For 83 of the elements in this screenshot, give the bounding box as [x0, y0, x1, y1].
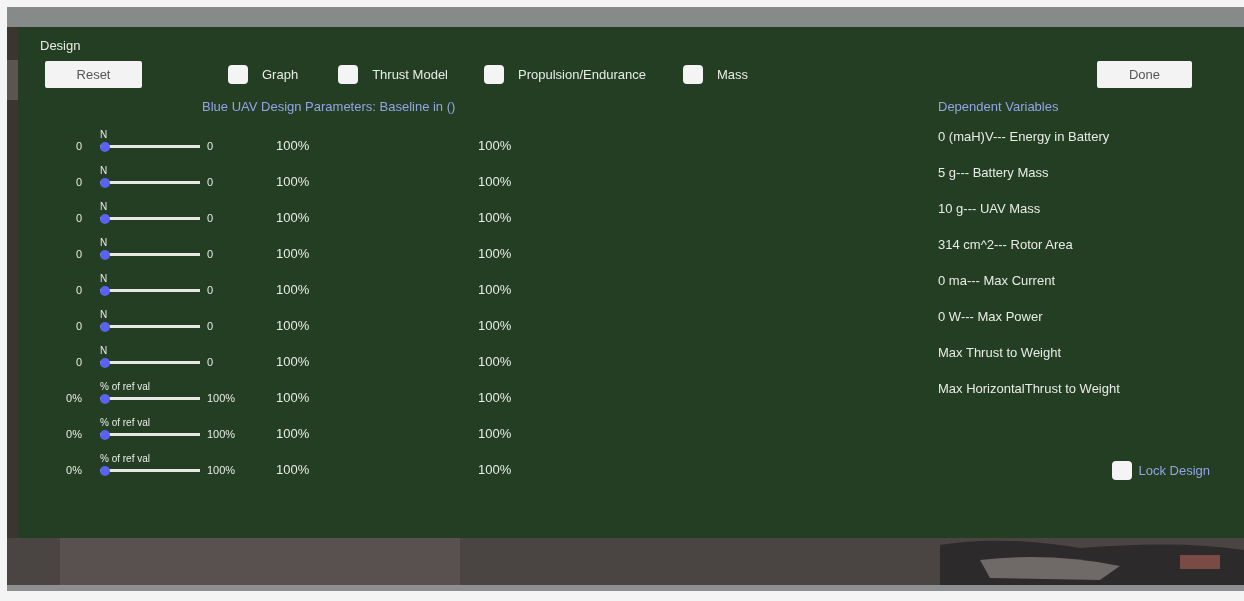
slider-max-label: 0	[206, 284, 215, 298]
percent-value: 100%	[478, 246, 513, 263]
unit-label: N	[100, 165, 108, 176]
checkbox-label: Thrust Model	[372, 66, 448, 82]
checkbox[interactable]	[1112, 461, 1133, 480]
slider-min-label: 0	[74, 212, 83, 226]
unit-label: N	[100, 345, 108, 356]
percent-value: 100%	[276, 246, 311, 263]
percent-value: 100%	[276, 462, 311, 479]
percent-value: 100%	[478, 282, 513, 299]
slider-max-label: 100%	[206, 428, 237, 442]
unit-label: N	[100, 309, 108, 320]
slider-max-label: 100%	[206, 392, 237, 406]
unit-label: N	[100, 129, 108, 140]
percent-value: 100%	[276, 282, 311, 299]
checkbox-label: Lock Design	[1138, 463, 1210, 478]
percent-value: 100%	[478, 462, 513, 479]
slider-max-label: 0	[206, 356, 215, 370]
percent-value: 100%	[276, 174, 311, 191]
dependent-variable: 314 cm^2--- Rotor Area	[938, 236, 1074, 254]
slider-min-label: 0	[74, 248, 83, 262]
unit-label: N	[100, 237, 108, 248]
slider-min-label: 0	[74, 176, 83, 190]
checkbox-label: Mass	[716, 66, 748, 82]
slider-thumb[interactable]	[100, 142, 110, 152]
unit-label: N	[100, 273, 108, 284]
percent-value: 100%	[478, 426, 513, 443]
checkbox-label: Graph	[262, 66, 299, 82]
slider-thumb[interactable]	[100, 214, 110, 224]
window-title: Design	[40, 37, 82, 55]
slider-max-label: 0	[206, 140, 215, 154]
unit-label: % of ref val	[100, 417, 151, 428]
slider-thumb[interactable]	[100, 430, 110, 440]
percent-value: 100%	[276, 138, 311, 155]
slider-min-label: 0	[74, 356, 83, 370]
percent-value: 100%	[276, 390, 311, 407]
dependent-variable: Max Thrust to Weight	[938, 344, 1063, 362]
dependent-variable: 0 W--- Max Power	[938, 308, 1044, 326]
percent-value: 100%	[478, 354, 513, 371]
dependent-variable: 0 (maH)V--- Energy in Battery	[938, 128, 1111, 146]
slider-max-label: 100%	[206, 464, 237, 478]
slider-min-label: 0%	[65, 392, 83, 406]
slider-max-label: 0	[206, 320, 215, 334]
percent-value: 100%	[478, 138, 513, 155]
checkbox[interactable]	[338, 64, 359, 84]
dependent-variable: Max HorizontalThrust to Weight	[938, 380, 1121, 398]
percent-value: 100%	[478, 174, 513, 191]
dependent-variable: 0 ma--- Max Current	[938, 272, 1057, 290]
slider-thumb[interactable]	[100, 358, 110, 368]
unit-label: % of ref val	[100, 453, 151, 464]
checkbox[interactable]	[484, 64, 504, 84]
dependent-variable: 5 g--- Battery Mass	[938, 164, 1050, 182]
checkbox[interactable]	[682, 64, 703, 84]
slider-thumb[interactable]	[100, 322, 110, 332]
percent-value: 100%	[276, 354, 311, 371]
section-heading: Dependent Variables	[938, 98, 1060, 116]
unit-label: % of ref val	[100, 381, 151, 392]
percent-value: 100%	[478, 390, 513, 407]
slider-min-label: 0%	[65, 464, 83, 478]
dependent-variable: 10 g--- UAV Mass	[938, 200, 1042, 218]
slider-min-label: 0%	[65, 428, 83, 442]
percent-value: 100%	[276, 210, 311, 227]
slider-max-label: 0	[206, 212, 215, 226]
percent-value: 100%	[276, 426, 311, 443]
slider-max-label: 0	[206, 176, 215, 190]
checkbox-label: Propulsion/Endurance	[518, 66, 646, 82]
slider-thumb[interactable]	[100, 394, 110, 404]
slider-thumb[interactable]	[100, 466, 110, 476]
done-button[interactable]: Done	[1097, 60, 1192, 88]
slider-max-label: 0	[206, 248, 215, 262]
percent-value: 100%	[478, 210, 513, 227]
slider-thumb[interactable]	[100, 286, 110, 296]
percent-value: 100%	[276, 318, 311, 335]
unit-label: N	[100, 201, 108, 212]
slider-min-label: 0	[74, 320, 83, 334]
slider-thumb[interactable]	[100, 250, 110, 260]
percent-value: 100%	[478, 318, 513, 335]
slider-thumb[interactable]	[100, 178, 110, 188]
slider-min-label: 0	[74, 140, 83, 154]
section-heading: Blue UAV Design Parameters: Baseline in ()	[202, 98, 457, 116]
reset-button[interactable]: Reset	[45, 60, 142, 88]
checkbox[interactable]	[228, 64, 248, 84]
slider-min-label: 0	[74, 284, 83, 298]
